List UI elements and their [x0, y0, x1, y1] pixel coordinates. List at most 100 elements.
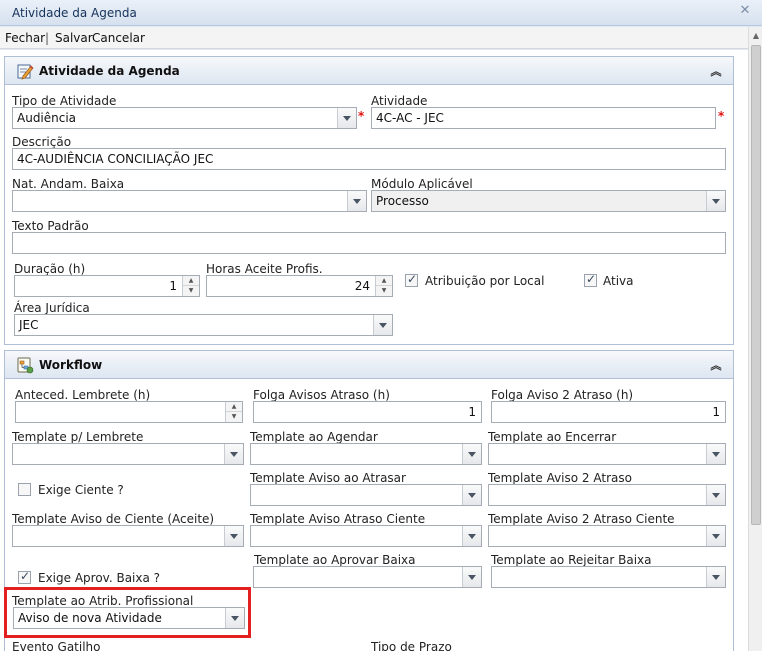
scroll-up-icon[interactable]: ▲ — [751, 31, 761, 41]
workflow-icon — [17, 357, 34, 374]
horas-aceite-stepper[interactable]: 24 ▲ ▼ — [206, 275, 393, 297]
anteced-lembrete-label: Anteced. Lembrete (h) — [15, 388, 151, 402]
tpl-aviso-atrasar-select[interactable] — [250, 484, 482, 506]
tpl-aviso-ciente-label: Template Aviso de Ciente (Aceite) — [12, 512, 215, 526]
tpl-aviso-atraso-ciente-select[interactable] — [250, 525, 482, 547]
chevron-down-icon[interactable] — [462, 526, 481, 546]
chevron-down-icon[interactable] — [706, 191, 725, 211]
salvar-button[interactable]: Salvar — [55, 31, 93, 45]
tpl-aviso-atraso-ciente-label: Template Aviso Atraso Ciente — [250, 512, 426, 526]
descricao-value: 4C-AUDIÊNCIA CONCILIAÇÃO JEC — [17, 152, 214, 166]
tpl-aviso-ciente-select[interactable] — [12, 525, 244, 547]
tpl-aviso2-atraso-select[interactable] — [488, 484, 726, 506]
scroll-thumb[interactable] — [751, 45, 761, 525]
spinner[interactable]: ▲ ▼ — [225, 402, 242, 422]
duracao-value: 1 — [169, 279, 177, 293]
vertical-scrollbar[interactable]: ▲ — [748, 27, 762, 651]
area-juridica-value: JEC — [19, 318, 39, 332]
chevron-down-icon[interactable] — [462, 444, 481, 464]
folga-aviso2-value: 1 — [712, 405, 720, 419]
chevron-down-icon[interactable] — [706, 485, 725, 505]
tpl-rejeitar-select[interactable] — [491, 566, 726, 588]
atividade-value: 4C-AC - JEC — [376, 111, 444, 125]
tpl-aviso2-atraso-ciente-label: Template Aviso 2 Atraso Ciente — [488, 512, 675, 526]
tpl-lembrete-label: Template p/ Lembrete — [12, 430, 144, 444]
tipo-atividade-select[interactable]: Audiência — [12, 107, 357, 129]
chevron-down-icon[interactable] — [347, 191, 366, 211]
modulo-label: Módulo Aplicável — [371, 177, 473, 191]
folga-avisos-input[interactable]: 1 — [253, 401, 482, 423]
chevron-down-icon[interactable] — [462, 567, 481, 587]
chevron-down-icon[interactable] — [224, 444, 243, 464]
tipo-atividade-value: Audiência — [17, 111, 77, 125]
collapse-up-icon[interactable]: ︽ — [709, 63, 723, 78]
fechar-button[interactable]: Fechar — [5, 31, 45, 45]
atividade-input[interactable]: 4C-AC - JEC — [371, 107, 716, 129]
ativa-label: Ativa — [603, 274, 634, 288]
spinner[interactable]: ▲ ▼ — [182, 276, 199, 296]
ativa-checkbox[interactable] — [584, 272, 597, 287]
edit-form-icon — [17, 64, 34, 80]
tpl-lembrete-select[interactable] — [12, 443, 244, 465]
cancelar-button[interactable]: Cancelar — [92, 31, 145, 45]
duracao-stepper[interactable]: 1 ▲ ▼ — [14, 275, 200, 297]
texto-padrao-label: Texto Padrão — [12, 219, 89, 233]
spinner[interactable]: ▲ ▼ — [375, 276, 392, 296]
exige-aprov-label: Exige Aprov. Baixa ? — [38, 571, 161, 585]
area-juridica-select[interactable]: JEC — [14, 314, 393, 336]
duracao-label: Duração (h) — [14, 262, 86, 276]
spin-down-icon[interactable]: ▼ — [376, 286, 392, 296]
spin-up-icon[interactable]: ▲ — [183, 276, 199, 286]
folga-aviso2-input[interactable]: 1 — [491, 401, 726, 423]
evento-gatilho-label: Evento Gatilho — [12, 640, 101, 651]
tpl-agendar-select[interactable] — [250, 443, 482, 465]
required-mark: * — [358, 109, 365, 123]
spin-up-icon[interactable]: ▲ — [376, 276, 392, 286]
tpl-aviso-atrasar-label: Template Aviso ao Atrasar — [250, 471, 406, 485]
tpl-aprovar-select[interactable] — [253, 566, 482, 588]
modulo-value: Processo — [376, 194, 429, 208]
chevron-down-icon[interactable] — [462, 485, 481, 505]
texto-padrao-input[interactable] — [12, 232, 726, 254]
chevron-down-icon[interactable] — [224, 526, 243, 546]
required-mark: * — [718, 109, 725, 123]
tpl-encerrar-select[interactable] — [488, 443, 726, 465]
horas-aceite-value: 24 — [354, 279, 370, 293]
atribuicao-local-checkbox[interactable] — [405, 272, 418, 287]
folga-avisos-label: Folga Avisos Atraso (h) — [253, 388, 390, 402]
collapse-up-icon[interactable]: ︽ — [709, 357, 723, 372]
panel-header-workflow: Workflow ︽ — [5, 351, 733, 379]
anteced-lembrete-stepper[interactable]: ▲ ▼ — [15, 401, 243, 423]
panel-title-workflow: Workflow — [39, 358, 103, 372]
area-juridica-label: Área Jurídica — [14, 301, 90, 315]
tpl-aviso2-atraso-label: Template Aviso 2 Atraso — [488, 471, 632, 485]
panel-title-atividade: Atividade da Agenda — [39, 64, 180, 78]
spin-down-icon[interactable]: ▼ — [183, 286, 199, 296]
chevron-down-icon[interactable] — [373, 315, 392, 335]
tpl-rejeitar-label: Template ao Rejeitar Baixa — [491, 553, 652, 567]
tpl-aprovar-label: Template ao Aprovar Baixa — [254, 553, 416, 567]
tpl-aviso2-atraso-ciente-select[interactable] — [488, 525, 726, 547]
tipo-atividade-label: Tipo de Atividade — [12, 94, 117, 108]
modulo-select[interactable]: Processo — [371, 190, 726, 212]
toolbar: Fechar | Salvar Cancelar — [0, 27, 762, 49]
close-icon[interactable]: ✕ — [738, 4, 752, 18]
horas-aceite-label: Horas Aceite Profis. — [206, 262, 323, 276]
descricao-input[interactable]: 4C-AUDIÊNCIA CONCILIAÇÃO JEC — [12, 148, 726, 170]
tpl-encerrar-label: Template ao Encerrar — [488, 430, 617, 444]
chevron-down-icon[interactable] — [706, 444, 725, 464]
exige-aprov-checkbox[interactable] — [18, 569, 31, 584]
chevron-down-icon[interactable] — [337, 108, 356, 128]
window-title: Atividade da Agenda — [12, 6, 137, 20]
atividade-label: Atividade — [371, 94, 428, 108]
window-titlebar: Atividade da Agenda ✕ — [0, 0, 762, 26]
chevron-down-icon[interactable] — [706, 526, 725, 546]
toolbar-separator: | — [45, 31, 50, 45]
spin-up-icon[interactable]: ▲ — [226, 402, 242, 412]
chevron-down-icon[interactable] — [706, 567, 725, 587]
tpl-agendar-label: Template ao Agendar — [250, 430, 378, 444]
spin-down-icon[interactable]: ▼ — [226, 412, 242, 422]
exige-ciente-checkbox[interactable] — [18, 483, 31, 496]
descricao-label: Descrição — [12, 135, 72, 149]
nat-andam-select[interactable] — [12, 190, 367, 212]
